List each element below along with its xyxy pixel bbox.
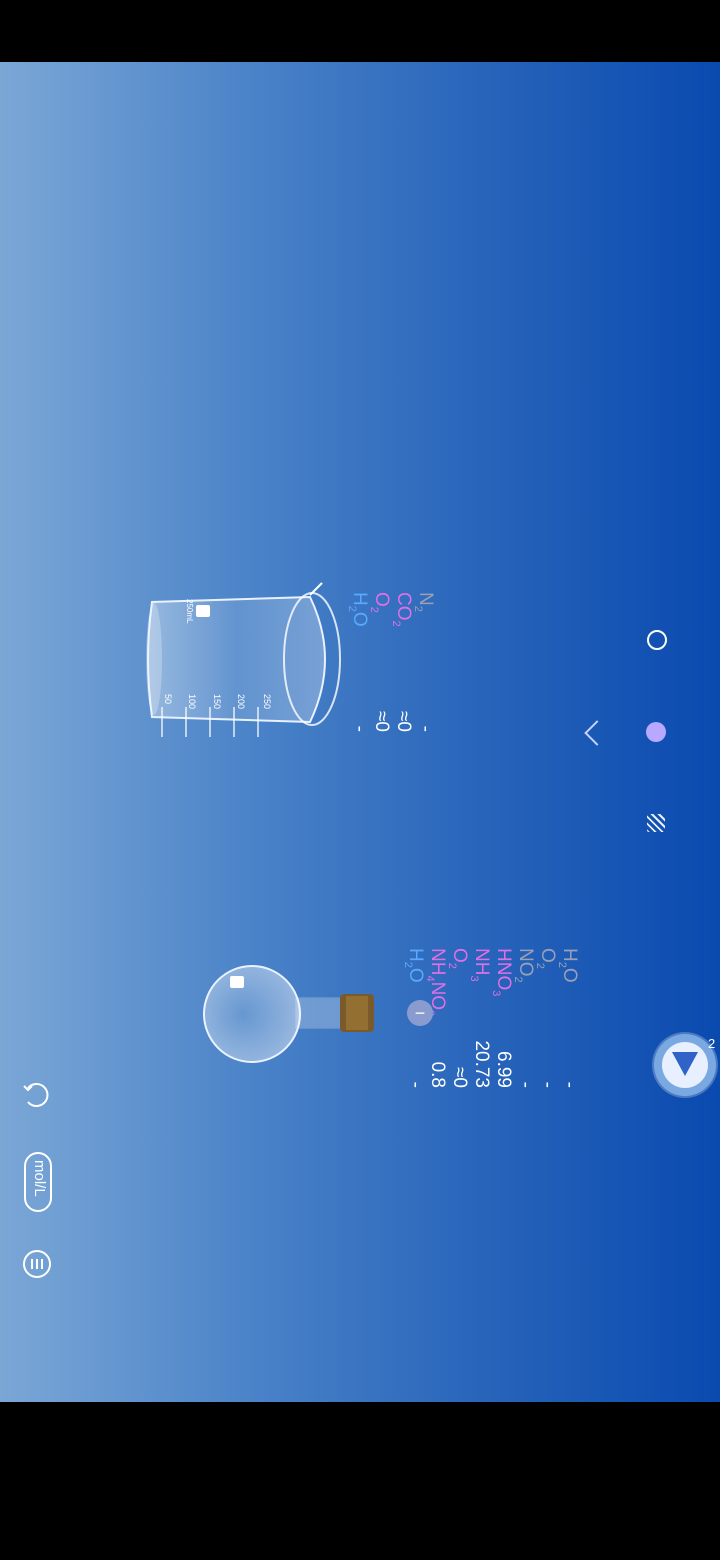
badge-inner	[662, 1042, 708, 1088]
unit-label: mol/L	[31, 1160, 48, 1197]
beaker-species-list: N2 CO2 O2 H2O	[346, 592, 436, 627]
menu-line	[31, 1259, 33, 1269]
species-value: 6.99	[493, 1051, 514, 1088]
species-formula: N2	[412, 592, 436, 612]
flask-values-list: - - - 6.99 20.73 ≈0 0.8 -	[404, 1032, 580, 1088]
species-value: -	[415, 725, 436, 732]
bottom-bar	[0, 1402, 720, 1560]
undo-icon[interactable]	[22, 1078, 52, 1112]
menu-icon[interactable]	[23, 1250, 51, 1278]
beaker-scale-mark: 250	[262, 694, 272, 710]
species-formula: HNO3	[490, 948, 514, 997]
badge-count: 2	[708, 1036, 716, 1051]
beaker-values-list: - ≈0 ≈0 -	[348, 702, 436, 732]
species-formula: O2	[368, 592, 392, 613]
species-formula: CO2	[390, 592, 414, 627]
species-value: -	[559, 1081, 580, 1088]
unit-toggle-button[interactable]: mol/L	[24, 1152, 52, 1212]
menu-line	[36, 1259, 38, 1269]
species-value: -	[405, 1081, 426, 1088]
beaker-scale-mark: 50	[163, 694, 173, 705]
species-formula: NO2	[512, 948, 536, 983]
flask[interactable]	[200, 960, 380, 1070]
circle-filled-icon[interactable]	[646, 722, 666, 742]
species-formula: O2	[534, 948, 558, 969]
beaker-scale-mark: 150	[212, 694, 222, 710]
stripes-icon[interactable]	[647, 814, 665, 832]
species-value: -	[537, 1081, 558, 1088]
chevron-left-icon[interactable]	[584, 720, 610, 746]
species-value: -	[349, 725, 370, 732]
species-value: 20.73	[471, 1040, 492, 1088]
species-value: 0.8	[427, 1061, 448, 1088]
beaker-capacity-label: 250mL	[185, 599, 194, 624]
species-value: -	[515, 1081, 536, 1088]
species-value: ≈0	[393, 711, 414, 732]
species-formula: NH3	[468, 948, 492, 982]
species-value: ≈0	[371, 711, 392, 732]
species-formula: H2O	[556, 948, 580, 983]
beaker[interactable]	[140, 577, 350, 742]
app-badge[interactable]	[654, 1034, 716, 1096]
beaker-scale-mark: 100	[187, 694, 197, 710]
remove-button[interactable]: −	[407, 1000, 433, 1026]
beaker-scale-mark: 200	[236, 694, 246, 710]
species-formula: O2	[446, 948, 470, 969]
lab-canvas: 250mL 250 200 150 100 50 N2 CO2 O2 H2O -…	[0, 62, 720, 1402]
circle-outline-icon[interactable]	[647, 630, 667, 650]
species-formula: H2O	[346, 592, 370, 627]
menu-line	[41, 1259, 43, 1269]
species-value: ≈0	[449, 1067, 470, 1088]
status-bar	[0, 0, 720, 62]
v-logo-icon	[672, 1052, 698, 1076]
